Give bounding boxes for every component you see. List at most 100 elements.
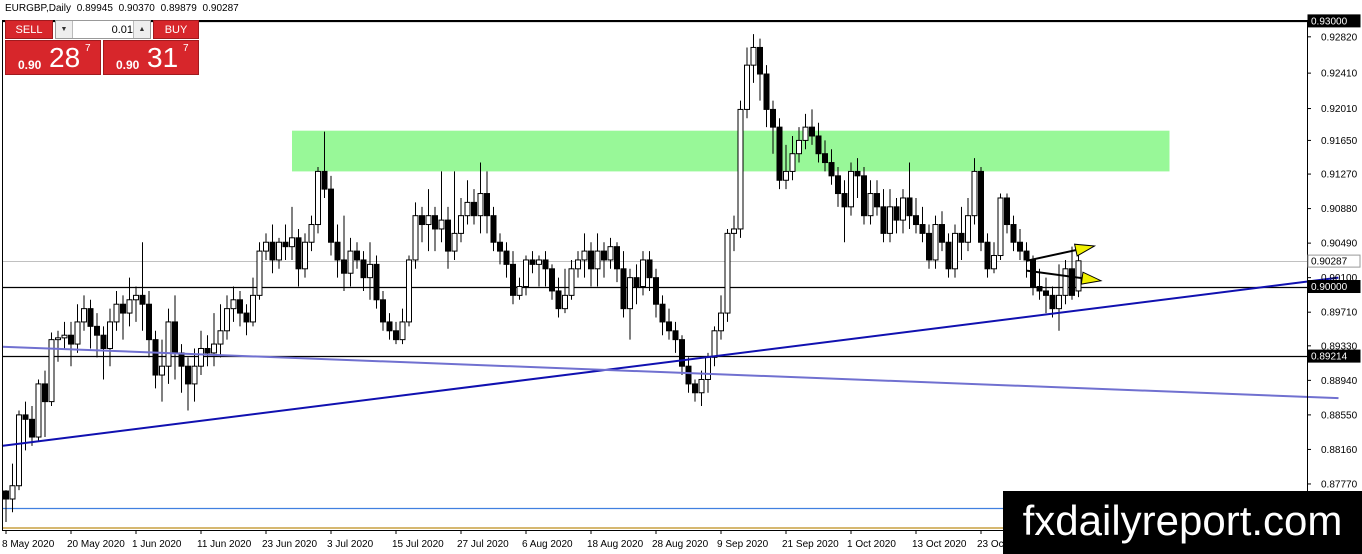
bear-candle (588, 250, 594, 270)
bear-candle (510, 263, 516, 296)
bull-candle (750, 46, 757, 66)
bull-candle (217, 330, 224, 345)
bull-candle (783, 170, 789, 181)
price-tag-label: 0.90000 (1311, 282, 1348, 293)
bear-candle (393, 330, 399, 341)
bear-candle (653, 277, 659, 305)
bull-candle (406, 259, 412, 323)
buy-price-quote[interactable]: 0.90 31 7 (103, 40, 199, 75)
bull-candle (464, 201, 471, 217)
bear-candle (620, 268, 627, 310)
bull-candle (412, 215, 419, 261)
lot-increase-icon[interactable]: ▲ (133, 21, 150, 38)
bull-candle (191, 365, 198, 385)
price-tag-label: 0.93000 (1311, 16, 1348, 27)
bear-candle (1023, 250, 1030, 261)
bear-candle (906, 197, 913, 217)
bear-candle (1069, 268, 1075, 296)
price-tag-label: 0.90287 (1311, 257, 1348, 268)
date-tick-label: 21 Sep 2020 (782, 539, 839, 550)
bull-candle (731, 228, 737, 234)
bear-candle (243, 312, 250, 323)
price-tick-label: 0.88160 (1321, 445, 1358, 456)
bull-candle (250, 294, 256, 323)
bull-candle (107, 321, 113, 349)
bear-candle (815, 135, 822, 155)
buy-button[interactable]: BUY (153, 20, 199, 39)
bear-candle (841, 193, 848, 208)
bull-candle (477, 193, 484, 217)
bull-candle (55, 337, 61, 341)
bull-candle (887, 206, 893, 234)
bear-candle (939, 224, 945, 243)
bear-candle (120, 303, 126, 314)
bear-candle (282, 241, 289, 248)
bear-candle (432, 215, 438, 230)
lot-decrease-icon[interactable]: ▼ (56, 21, 73, 38)
date-tick-label: 20 May 2020 (67, 539, 125, 550)
price-tick-label: 0.89710 (1321, 308, 1358, 319)
bear-candle (958, 232, 965, 243)
lot-size-stepper: ▼ ▲ (55, 20, 151, 39)
price-tick-label: 0.88940 (1321, 376, 1358, 387)
bear-candle (497, 241, 503, 252)
bear-candle (835, 175, 841, 195)
bull-candle (16, 414, 22, 487)
price-chart[interactable]: 0.928200.924100.920100.916500.912700.908… (0, 0, 1362, 554)
bear-candle (328, 188, 334, 243)
buy-price-big: 31 (147, 42, 179, 73)
price-tick-label: 0.90880 (1321, 204, 1358, 215)
bull-candle (848, 170, 854, 208)
bull-candle (399, 321, 406, 341)
bull-candle (744, 64, 750, 110)
bear-candle (484, 193, 490, 217)
bull-candle (900, 197, 906, 221)
bull-candle (711, 330, 718, 358)
ohlc-open: 0.89945 (76, 3, 113, 14)
bull-candle (74, 321, 81, 345)
trendline (1, 345, 1339, 400)
bear-candle (146, 303, 152, 341)
bull-candle (425, 215, 432, 226)
bear-candle (1010, 224, 1017, 243)
bull-candle (568, 268, 575, 296)
bear-candle (666, 321, 672, 332)
date-tick-label: 23 Jun 2020 (262, 539, 317, 550)
bull-candle (952, 232, 958, 270)
bear-candle (1017, 241, 1023, 252)
bull-candle (997, 197, 1004, 257)
bear-candle (926, 232, 932, 261)
bear-candle (380, 299, 386, 323)
sell-button[interactable]: SELL (5, 20, 53, 39)
bull-candle (796, 139, 802, 155)
bull-candle (594, 250, 601, 270)
date-tick-label: 9 Sep 2020 (717, 539, 769, 550)
bull-candle (698, 378, 705, 394)
lot-size-input[interactable] (73, 21, 137, 38)
bear-candle (529, 259, 536, 265)
bull-candle (276, 241, 282, 261)
bull-candle (523, 259, 529, 288)
bull-candle (458, 215, 464, 234)
bull-candle (737, 108, 744, 230)
date-tick-label: 13 Oct 2020 (912, 539, 967, 550)
price-tick-label: 0.91650 (1321, 136, 1358, 147)
sell-price-quote[interactable]: 0.90 28 7 (5, 40, 101, 75)
bull-candle (1056, 294, 1062, 310)
bear-candle (854, 170, 861, 177)
bull-candle (705, 356, 711, 380)
bull-candle (627, 277, 633, 310)
date-tick-label: 1 Jun 2020 (132, 539, 182, 550)
bear-candle (822, 153, 828, 164)
price-tick-label: 0.88550 (1321, 410, 1358, 421)
bear-candle (913, 215, 919, 226)
buy-price-pip: 7 (183, 43, 189, 54)
bull-candle (198, 347, 204, 367)
bear-candle (549, 268, 555, 292)
bear-candle (3, 490, 9, 500)
symbol-label: EURGBP,Daily (5, 3, 71, 14)
bear-candle (419, 215, 425, 226)
bear-candle (542, 259, 549, 270)
bear-candle (809, 126, 815, 137)
bull-candle (789, 153, 796, 172)
